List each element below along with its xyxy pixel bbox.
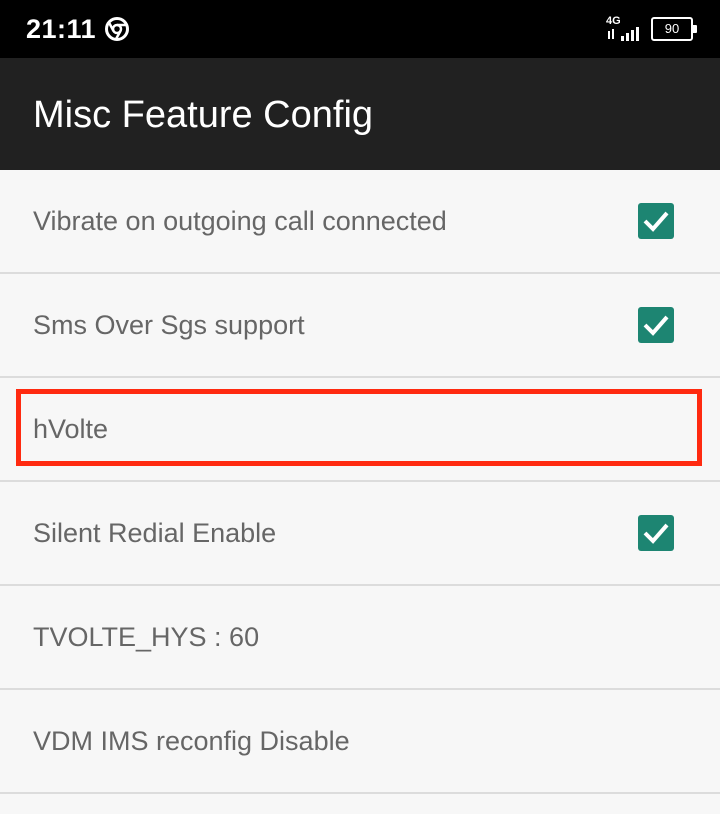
- checkmark-icon: [643, 211, 669, 232]
- setting-label: Vibrate on outgoing call connected: [33, 206, 447, 236]
- checkmark-icon: [643, 523, 669, 544]
- battery-icon: 90: [651, 17, 697, 41]
- page-title: Misc Feature Config: [33, 94, 374, 136]
- settings-list: Vibrate on outgoing call connected Sms O…: [0, 170, 720, 794]
- setting-label: VDM IMS reconfig Disable: [33, 726, 350, 756]
- setting-row-vdm-ims-reconfig[interactable]: VDM IMS reconfig Disable: [0, 690, 720, 794]
- setting-row-silent-redial[interactable]: Silent Redial Enable: [0, 482, 720, 586]
- app-bar: Misc Feature Config: [0, 58, 720, 170]
- checkbox-checked[interactable]: [638, 515, 674, 551]
- battery-tip: [693, 25, 697, 33]
- setting-row-tvolte-hys[interactable]: TVOLTE_HYS : 60: [0, 586, 720, 690]
- signal-icon: [608, 27, 639, 41]
- setting-label: Sms Over Sgs support: [33, 310, 305, 340]
- checkbox-checked[interactable]: [638, 203, 674, 239]
- status-time: 21:11: [26, 14, 97, 44]
- checkbox-checked[interactable]: [638, 307, 674, 343]
- setting-label: Silent Redial Enable: [33, 518, 277, 548]
- battery-level: 90: [651, 17, 693, 41]
- setting-row-hvolte[interactable]: hVolte: [0, 378, 720, 482]
- setting-label: hVolte: [33, 414, 109, 444]
- chrome-icon: [105, 17, 129, 41]
- checkmark-icon: [643, 315, 669, 336]
- setting-row-sms-over-sgs[interactable]: Sms Over Sgs support: [0, 274, 720, 378]
- setting-row-vibrate-outgoing[interactable]: Vibrate on outgoing call connected: [0, 170, 720, 274]
- setting-label: TVOLTE_HYS : 60: [33, 622, 260, 652]
- status-bar: 21:11 4G 90: [0, 0, 720, 58]
- network-type: 4G: [606, 15, 621, 27]
